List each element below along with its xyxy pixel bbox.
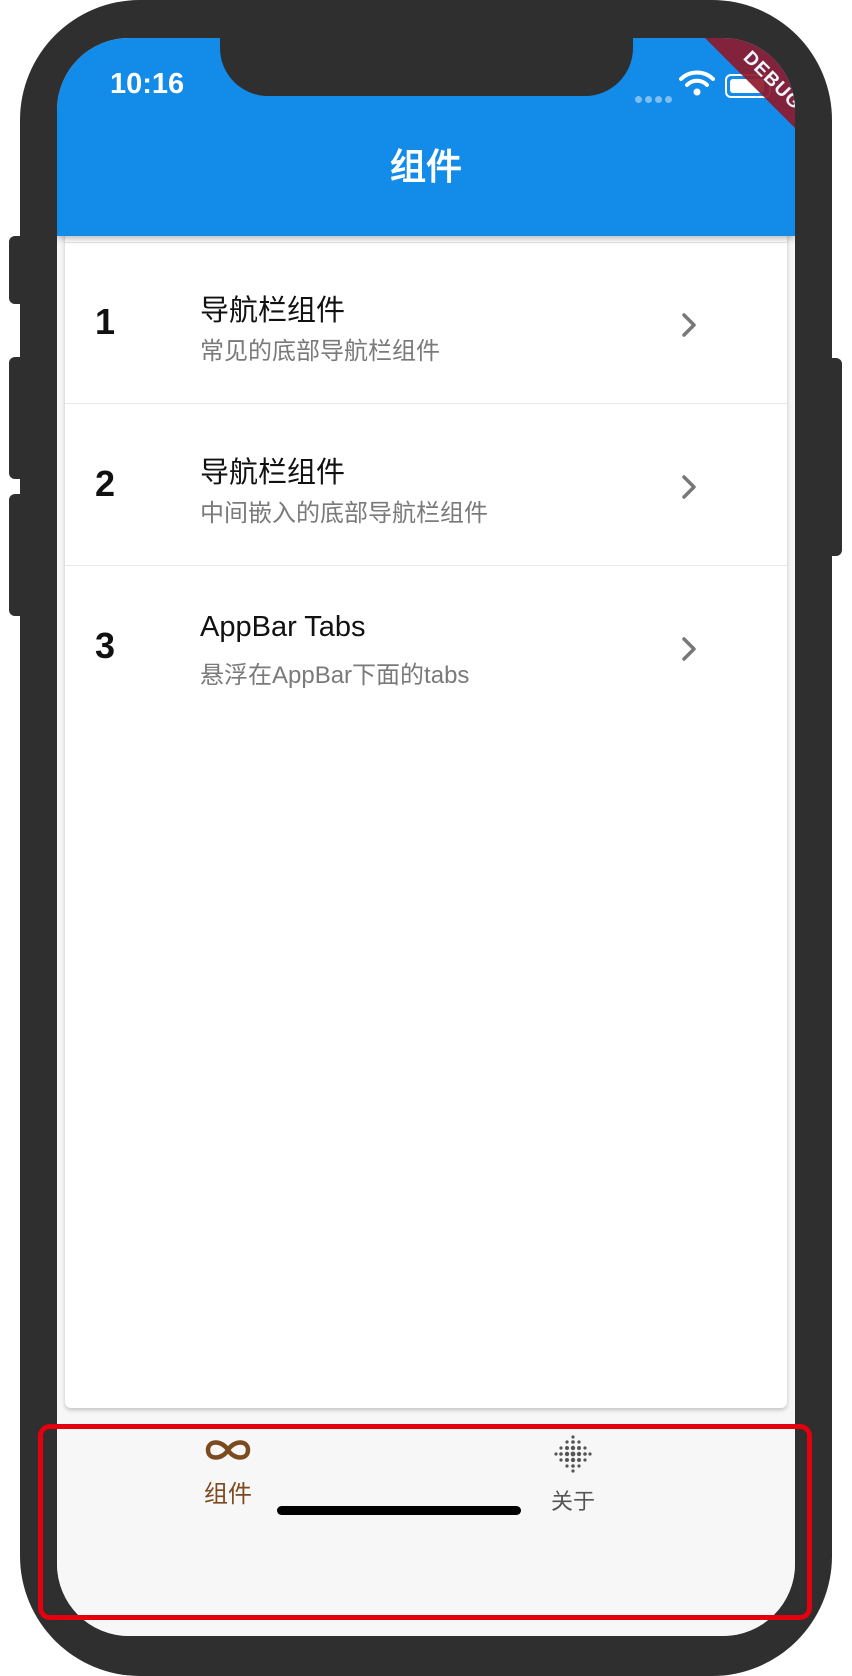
cellular-signal-icon xyxy=(635,88,675,107)
item-index: 2 xyxy=(95,463,116,504)
list-item-3[interactable]: 3 AppBar Tabs 悬浮在AppBar下面的tabs xyxy=(65,567,787,727)
item-index: 1 xyxy=(95,301,116,342)
item-subtitle: 常见的底部导航栏组件 xyxy=(200,338,440,365)
phone-screen: 10:16 组件 DEBUG 1 导航栏组件 常见的底部导航栏组件 2 导航栏组… xyxy=(57,38,795,1636)
item-subtitle: 悬浮在AppBar下面的tabs xyxy=(200,662,470,689)
item-index: 3 xyxy=(95,625,116,666)
volume-down-button xyxy=(9,494,23,616)
item-title: AppBar Tabs xyxy=(200,611,366,643)
list-card: 1 导航栏组件 常见的底部导航栏组件 2 导航栏组件 中间嵌入的底部导航栏组件 … xyxy=(65,230,787,1408)
notch xyxy=(220,38,633,96)
list-item-2[interactable]: 2 导航栏组件 中间嵌入的底部导航栏组件 xyxy=(65,405,787,566)
page-title: 组件 xyxy=(389,147,462,188)
item-subtitle: 中间嵌入的底部导航栏组件 xyxy=(200,500,488,527)
volume-up-button xyxy=(9,357,23,479)
status-time: 10:16 xyxy=(110,68,185,100)
item-title: 导航栏组件 xyxy=(200,295,346,327)
chevron-right-icon xyxy=(682,313,696,337)
chevron-right-icon xyxy=(682,637,696,661)
highlight-box xyxy=(38,1424,812,1620)
chevron-right-icon xyxy=(682,475,696,499)
item-title: 导航栏组件 xyxy=(200,457,346,489)
mute-switch xyxy=(9,236,23,304)
wifi-icon xyxy=(679,70,715,96)
list-item-1[interactable]: 1 导航栏组件 常见的底部导航栏组件 xyxy=(65,243,787,404)
power-button xyxy=(828,358,842,556)
